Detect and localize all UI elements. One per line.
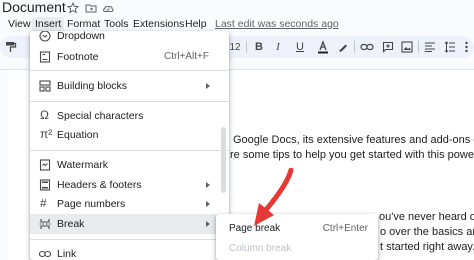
add-comment-icon[interactable] [382,39,394,55]
toolbar-divider [354,41,355,53]
shortcut-label: Ctrl+Enter [322,223,368,234]
cloud-saved-icon[interactable] [102,2,114,14]
bold-icon[interactable]: B [253,39,265,55]
menu-item-label: Dropdown [57,31,105,42]
dropdown-chip-icon [39,31,51,42]
annotation-arrow-icon [254,168,294,226]
submenu-item-label: Column break [229,243,292,254]
insert-menu: Dropdown Footnote Ctrl+Alt+F Building bl… [30,31,229,260]
submenu-arrow-icon [206,221,210,227]
footnote-icon [39,51,51,63]
submenu-item-column-break[interactable]: Column break [216,238,378,258]
body-text-line: ou've never heard of [379,211,474,223]
line-spacing-icon[interactable] [444,39,456,55]
align-left-icon[interactable] [424,39,436,55]
body-text-line: re some tips to help you get started wit… [230,149,474,161]
menu-item-label: Building blocks [57,80,128,92]
menu-item-special-characters[interactable]: Ω Special characters [30,106,229,126]
menu-divider [30,150,229,151]
last-edit-link[interactable]: Last edit was seconds ago [215,17,339,32]
menu-item-label: Break [57,218,85,230]
submenu-arrow-icon [206,201,210,207]
star-icon[interactable] [67,2,79,14]
insert-image-icon[interactable] [401,39,413,55]
move-folder-icon[interactable] [85,2,97,14]
shortcut-label: Ctrl+Alt+F [163,51,209,62]
title-bar: Document [0,0,474,17]
watermark-icon [39,159,51,171]
highlight-icon[interactable] [337,39,349,55]
submenu-arrow-icon [206,83,210,89]
menu-item-label: Footnote [57,51,99,63]
menu-item-label: Link [57,248,77,260]
body-text-line: Google Docs, its extensive features and … [233,134,474,146]
building-blocks-icon [39,80,51,92]
menu-item-equation[interactable]: π² Equation [30,125,229,145]
menu-item-break[interactable]: Break [30,214,229,234]
body-text-line: t started right away. [380,241,474,253]
menu-item-label: Headers & footers [57,179,142,191]
italic-icon[interactable]: I [272,39,284,55]
menu-divider [30,101,229,102]
hash-icon: # [40,196,47,210]
link-icon [39,250,51,258]
document-title[interactable]: Document [2,0,66,15]
submenu-arrow-icon [206,182,210,188]
insert-link-icon[interactable] [360,39,374,55]
menu-item-dropdown[interactable]: Dropdown [30,31,229,46]
menu-item-label: Watermark [57,159,108,171]
omega-icon: Ω [40,108,49,122]
body-text-line: o over the basics and [380,226,474,238]
menu-item-page-numbers[interactable]: # Page numbers [30,194,229,214]
submenu-item-page-break[interactable]: Page break Ctrl+Enter [216,218,378,238]
menu-item-label: Page numbers [57,198,126,210]
menu-item-label: Equation [57,129,99,141]
headers-footers-icon [39,179,51,191]
menu-item-link[interactable]: Link [30,244,229,260]
menu-scrollbar[interactable] [221,127,226,193]
break-submenu: Page break Ctrl+Enter Column break [216,214,378,260]
menu-divider [30,239,229,240]
break-icon [39,219,51,229]
text-color-icon[interactable] [317,39,329,55]
menu-item-label: Special characters [57,110,144,122]
menu-item-headers-footers[interactable]: Headers & footers [30,175,229,195]
font-size-value[interactable]: 12 [229,39,241,55]
paint-format-icon[interactable] [4,39,18,55]
more-options-icon[interactable] [461,39,471,55]
menu-item-footnote[interactable]: Footnote Ctrl+Alt+F [30,47,229,67]
underline-icon[interactable]: U [294,39,306,55]
menu-item-building-blocks[interactable]: Building blocks [30,76,229,96]
menu-item-watermark[interactable]: Watermark [30,155,229,175]
toolbar-divider [246,41,247,53]
pi-icon: π² [40,127,53,141]
menu-divider [30,70,229,71]
toolbar-divider [418,41,419,53]
